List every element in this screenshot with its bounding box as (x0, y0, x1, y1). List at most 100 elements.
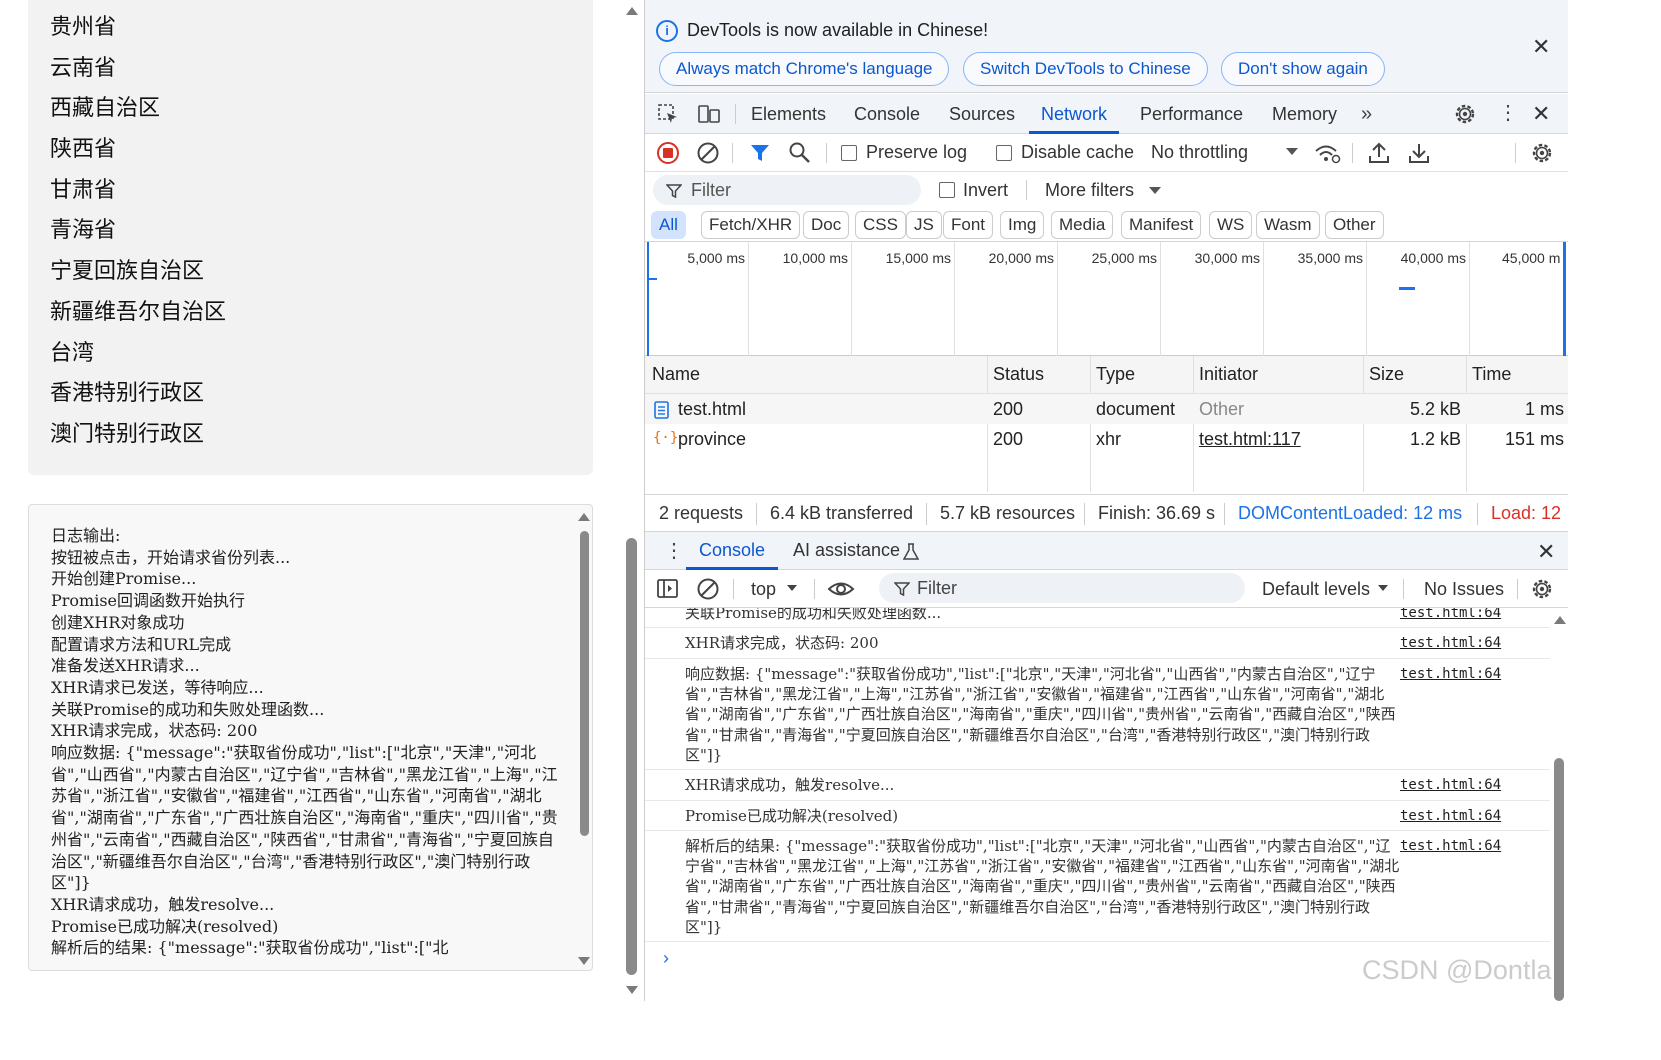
close-devtools-icon[interactable]: ✕ (1532, 103, 1550, 125)
console-source-link[interactable]: test.html:64 (1400, 777, 1501, 793)
switch-chinese-button[interactable]: Switch DevTools to Chinese (963, 52, 1208, 86)
type-filter-media[interactable]: Media (1051, 211, 1114, 239)
more-options-icon[interactable]: ⋮ (1498, 103, 1518, 123)
device-toolbar-icon[interactable] (697, 103, 721, 125)
export-har-icon[interactable] (1407, 141, 1431, 165)
console-filter-placeholder: Filter (917, 578, 957, 598)
clear-icon[interactable] (696, 141, 720, 165)
more-tabs-icon[interactable]: » (1361, 104, 1372, 124)
stop-recording-icon[interactable] (656, 141, 680, 165)
more-filters-dropdown[interactable]: More filters (1045, 180, 1134, 201)
table-row[interactable]: test.html 200 document Other 5.2 kB 1 ms (645, 394, 1568, 424)
scroll-up-arrow-icon[interactable] (626, 7, 638, 15)
log-scrollbar[interactable] (576, 505, 592, 970)
live-expression-eye-icon[interactable] (827, 579, 855, 599)
request-initiator: Other (1199, 399, 1245, 419)
console-message: 关联Promise的成功和失败处理函数... test.html:64 (645, 608, 1550, 628)
page-scroll-thumb[interactable] (626, 538, 637, 975)
chevron-down-icon[interactable] (1285, 147, 1299, 157)
inspect-element-icon[interactable] (657, 103, 679, 125)
clear-console-icon[interactable] (696, 577, 720, 601)
network-timeline[interactable]: 5,000 ms 10,000 ms 15,000 ms 20,000 ms 2… (645, 242, 1568, 356)
issues-counter[interactable]: No Issues (1424, 579, 1504, 600)
drawer-tab-console[interactable]: Console (686, 540, 779, 570)
log-levels-dropdown[interactable]: Default levels (1262, 579, 1370, 600)
throttling-select[interactable]: No throttling (1151, 142, 1248, 163)
network-settings-icon[interactable] (1530, 141, 1554, 165)
filter-funnel-icon[interactable] (749, 142, 771, 164)
console-source-link[interactable]: test.html:64 (1400, 838, 1501, 854)
tab-elements[interactable]: Elements (751, 94, 826, 134)
column-header-name[interactable]: Name (652, 364, 700, 385)
timeline-tick-label: 40,000 ms (1400, 250, 1466, 266)
context-select[interactable]: top (751, 579, 776, 600)
timeline-tick-label: 20,000 ms (988, 250, 1054, 266)
timeline-tick-label: 30,000 ms (1194, 250, 1260, 266)
tab-memory[interactable]: Memory (1272, 94, 1337, 134)
type-filter-fetch-xhr[interactable]: Fetch/XHR (701, 211, 801, 239)
network-toolbar: Preserve log Disable cache No throttling (645, 134, 1568, 172)
scroll-down-arrow-icon[interactable] (578, 957, 590, 965)
match-language-button[interactable]: Always match Chrome's language (659, 52, 950, 86)
summary-load: Load: 12 (1491, 503, 1562, 523)
console-scrollbar[interactable] (1551, 608, 1568, 1001)
type-filter-font[interactable]: Font (943, 211, 994, 239)
console-prompt-icon[interactable]: › (663, 948, 669, 969)
close-icon[interactable]: ✕ (1532, 36, 1550, 58)
log-output-box[interactable]: 日志输出: 按钮被点击，开始请求省份列表... 开始创建Promise... P… (28, 504, 593, 971)
drawer-tab-ai-assistance[interactable]: AI assistance (793, 540, 900, 561)
preserve-log-checkbox[interactable] (841, 145, 857, 161)
column-header-time[interactable]: Time (1472, 364, 1511, 385)
province-item: 宁夏回族自治区 (50, 259, 205, 285)
column-header-initiator[interactable]: Initiator (1199, 364, 1258, 385)
chevron-down-icon[interactable] (1148, 186, 1162, 196)
console-scroll-thumb[interactable] (1554, 758, 1564, 1001)
column-header-size[interactable]: Size (1369, 364, 1404, 385)
close-drawer-icon[interactable]: ✕ (1537, 541, 1555, 563)
console-source-link[interactable]: test.html:64 (1400, 608, 1501, 621)
type-filter-all[interactable]: All (651, 211, 686, 239)
sidebar-toggle-icon[interactable] (656, 578, 680, 600)
column-header-type[interactable]: Type (1096, 364, 1135, 385)
search-icon[interactable] (788, 141, 812, 165)
dont-show-again-button[interactable]: Don't show again (1221, 52, 1385, 86)
console-message-text: Promise已成功解决(resolved) (685, 807, 899, 825)
console-settings-icon[interactable] (1530, 577, 1554, 601)
chevron-down-icon[interactable] (1377, 584, 1389, 593)
console-filter-input[interactable]: Filter (879, 573, 1245, 603)
filter-input[interactable]: Filter (653, 175, 921, 205)
column-header-status[interactable]: Status (993, 364, 1044, 385)
import-har-icon[interactable] (1367, 141, 1391, 165)
type-filter-js[interactable]: JS (906, 211, 942, 239)
scroll-up-arrow-icon[interactable] (578, 513, 590, 521)
chevron-down-icon[interactable] (786, 584, 798, 593)
console-source-link[interactable]: test.html:64 (1400, 635, 1501, 651)
request-time: 1 ms (1524, 399, 1564, 419)
table-row[interactable]: {·} province 200 xhr test.html:117 1.2 k… (645, 424, 1568, 454)
log-scroll-thumb[interactable] (580, 531, 589, 836)
type-filter-ws[interactable]: WS (1209, 211, 1253, 239)
console-output[interactable]: 关联Promise的成功和失败处理函数... test.html:64 XHR请… (645, 608, 1568, 1001)
type-filter-wasm[interactable]: Wasm (1256, 211, 1320, 239)
type-filter-other[interactable]: Other (1325, 211, 1384, 239)
network-conditions-icon[interactable] (1313, 141, 1341, 165)
console-source-link[interactable]: test.html:64 (1400, 666, 1501, 682)
type-filter-doc[interactable]: Doc (803, 211, 850, 239)
disable-cache-checkbox[interactable] (996, 145, 1012, 161)
type-filter-css[interactable]: CSS (855, 211, 906, 239)
initiator-link[interactable]: test.html:117 (1199, 429, 1301, 450)
type-filter-img[interactable]: Img (1000, 211, 1045, 239)
invert-checkbox[interactable] (939, 182, 955, 198)
tab-sources[interactable]: Sources (949, 94, 1015, 134)
type-filter-manifest[interactable]: Manifest (1121, 211, 1202, 239)
settings-gear-icon[interactable] (1453, 102, 1477, 126)
drawer-menu-icon[interactable]: ⋮ (664, 541, 684, 561)
scroll-up-arrow-icon[interactable] (1554, 616, 1566, 624)
scroll-down-arrow-icon[interactable] (626, 986, 638, 994)
console-source-link[interactable]: test.html:64 (1400, 808, 1501, 824)
filter-funnel-icon (666, 184, 682, 199)
tab-console[interactable]: Console (854, 94, 920, 134)
page-scrollbar[interactable] (624, 0, 640, 1001)
tab-network[interactable]: Network (1029, 94, 1120, 134)
tab-performance[interactable]: Performance (1140, 94, 1243, 134)
